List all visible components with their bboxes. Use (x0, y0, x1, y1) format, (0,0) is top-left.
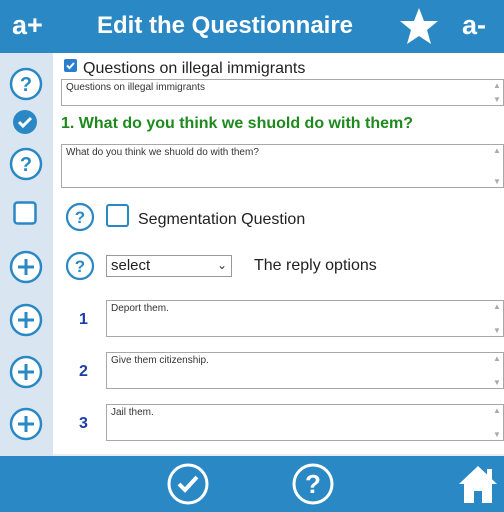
option-field[interactable]: Jail them. ▲ ▼ (106, 404, 504, 441)
questionnaire-title-label: Questions on illegal immigrants (83, 60, 306, 77)
sidebar: ? ? (0, 53, 53, 456)
segmentation-label: Segmentation Question (138, 211, 306, 228)
option-field[interactable]: Give them citizenship. ▲ ▼ (106, 352, 504, 389)
textarea-scroll[interactable]: ▲ ▼ (492, 145, 502, 187)
question-heading: 1. What do you think we shuold do with t… (61, 115, 413, 132)
star-icon[interactable] (399, 7, 439, 45)
plus-circle-icon[interactable] (9, 407, 43, 441)
plus-circle-icon[interactable] (9, 303, 43, 337)
textarea-scroll[interactable]: ▲ ▼ (492, 80, 502, 105)
option-value: Deport them. (111, 303, 169, 314)
option-field[interactable]: Deport them. ▲ ▼ (106, 300, 504, 337)
help-icon[interactable]: ? (291, 462, 335, 506)
svg-text:?: ? (75, 257, 85, 276)
bottom-toolbar: ? (0, 456, 504, 512)
question-text-field[interactable]: What do you think we shuold do with them… (61, 144, 504, 188)
reply-type-select[interactable]: select ⌄ (106, 255, 232, 277)
option-value: Give them citizenship. (111, 355, 209, 366)
segmentation-checkbox[interactable] (106, 204, 129, 227)
check-circle-icon[interactable] (166, 462, 210, 506)
textarea-scroll[interactable]: ▲ ▼ (492, 353, 502, 388)
square-checkbox-icon[interactable] (13, 201, 37, 225)
reply-options-label: The reply options (254, 257, 377, 274)
home-icon[interactable] (456, 462, 500, 506)
check-circle-icon[interactable] (12, 109, 38, 135)
svg-text:?: ? (20, 74, 32, 96)
help-icon[interactable]: ? (9, 147, 43, 181)
svg-text:?: ? (305, 469, 321, 499)
reply-type-value: select (111, 257, 151, 274)
chevron-down-icon: ⌄ (216, 258, 227, 272)
svg-text:?: ? (20, 154, 32, 176)
app-header: a+ Edit the Questionnaire a- (0, 0, 504, 53)
option-number: 3 (79, 415, 88, 432)
help-icon[interactable]: ? (9, 67, 43, 101)
questionnaire-title-value: Questions on illegal immigrants (66, 82, 205, 93)
svg-text:?: ? (75, 208, 85, 227)
questionnaire-title-checkbox[interactable] (64, 59, 77, 72)
page-title: Edit the Questionnaire (96, 12, 354, 39)
textarea-scroll[interactable]: ▲ ▼ (492, 301, 502, 336)
textarea-scroll[interactable]: ▲ ▼ (492, 405, 502, 440)
option-value: Jail them. (111, 407, 154, 418)
help-icon[interactable]: ? (65, 251, 95, 281)
decrease-font-button[interactable]: a- (462, 10, 486, 41)
questionnaire-title-field[interactable]: Questions on illegal immigrants ▲ ▼ (61, 79, 504, 106)
plus-circle-icon[interactable] (9, 250, 43, 284)
question-text-value: What do you think we shuold do with them… (66, 147, 259, 158)
option-number: 1 (79, 311, 88, 328)
option-number: 2 (79, 363, 88, 380)
help-icon[interactable]: ? (65, 202, 95, 232)
plus-circle-icon[interactable] (9, 355, 43, 389)
